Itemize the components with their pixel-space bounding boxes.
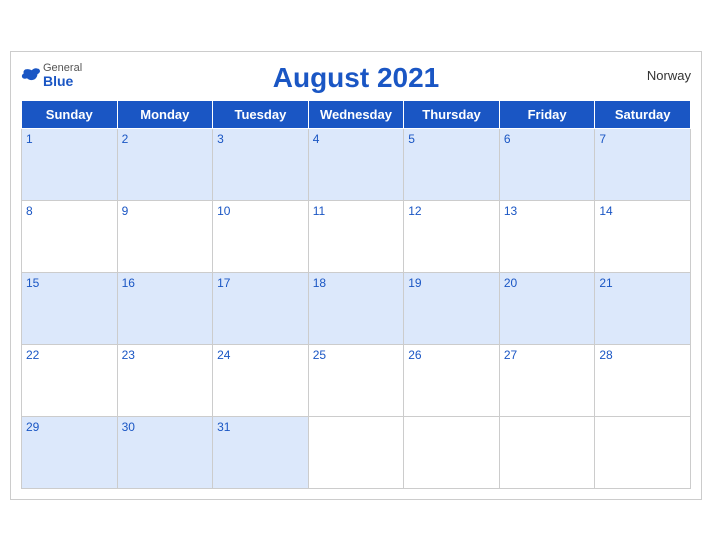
day-number: 19 [408,276,421,290]
day-number: 23 [122,348,135,362]
calendar-week-row: 15 16 17 18 19 20 21 [22,272,691,344]
day-number: 28 [599,348,612,362]
day-number: 16 [122,276,135,290]
day-number: 18 [313,276,326,290]
calendar-header: General Blue August 2021 Norway [21,62,691,94]
calendar-day-cell: 27 [499,344,595,416]
day-number: 6 [504,132,511,146]
brand-bird-icon [21,67,41,83]
day-number: 5 [408,132,415,146]
day-number: 14 [599,204,612,218]
calendar-day-cell: 1 [22,128,118,200]
calendar-week-row: 8 9 10 11 12 13 14 [22,200,691,272]
calendar-day-cell: 26 [404,344,500,416]
calendar-day-cell: 31 [213,416,309,488]
calendar-day-cell: 17 [213,272,309,344]
day-number: 25 [313,348,326,362]
day-number: 26 [408,348,421,362]
col-wednesday: Wednesday [308,100,404,128]
calendar-week-row: 29 30 31 [22,416,691,488]
col-monday: Monday [117,100,213,128]
month-title: August 2021 [273,62,440,94]
day-number: 13 [504,204,517,218]
day-number: 27 [504,348,517,362]
day-number: 20 [504,276,517,290]
calendar-day-cell: 5 [404,128,500,200]
calendar-day-cell: 30 [117,416,213,488]
country-label: Norway [647,68,691,83]
day-number: 12 [408,204,421,218]
brand-logo-area: General Blue [21,62,82,88]
calendar-day-cell: 24 [213,344,309,416]
day-number: 1 [26,132,33,146]
calendar-day-cell: 22 [22,344,118,416]
calendar-day-cell: 14 [595,200,691,272]
calendar-day-cell: 29 [22,416,118,488]
day-number: 8 [26,204,33,218]
day-number: 31 [217,420,230,434]
calendar-day-cell: 19 [404,272,500,344]
day-number: 30 [122,420,135,434]
day-number: 24 [217,348,230,362]
calendar-week-row: 1 2 3 4 5 6 7 [22,128,691,200]
day-number: 10 [217,204,230,218]
day-number: 7 [599,132,606,146]
col-friday: Friday [499,100,595,128]
calendar-day-cell: 3 [213,128,309,200]
calendar-day-cell: 15 [22,272,118,344]
day-number: 9 [122,204,129,218]
col-sunday: Sunday [22,100,118,128]
calendar-day-cell: 8 [22,200,118,272]
calendar-day-cell [404,416,500,488]
day-number: 22 [26,348,39,362]
day-number: 17 [217,276,230,290]
calendar-day-cell: 2 [117,128,213,200]
day-number: 15 [26,276,39,290]
day-number: 2 [122,132,129,146]
day-number: 29 [26,420,39,434]
day-number: 3 [217,132,224,146]
calendar-day-cell [499,416,595,488]
calendar-day-cell: 6 [499,128,595,200]
calendar-day-cell: 10 [213,200,309,272]
calendar-day-cell: 7 [595,128,691,200]
col-tuesday: Tuesday [213,100,309,128]
calendar-day-cell: 9 [117,200,213,272]
brand-blue-text: Blue [43,74,73,88]
days-header-row: Sunday Monday Tuesday Wednesday Thursday… [22,100,691,128]
calendar-day-cell: 13 [499,200,595,272]
calendar-day-cell: 20 [499,272,595,344]
day-number: 11 [313,204,325,218]
calendar-day-cell [308,416,404,488]
calendar-day-cell [595,416,691,488]
calendar-week-row: 22 23 24 25 26 27 28 [22,344,691,416]
calendar-day-cell: 18 [308,272,404,344]
calendar-day-cell: 4 [308,128,404,200]
brand-logo: General Blue [21,62,82,88]
calendar-day-cell: 21 [595,272,691,344]
col-saturday: Saturday [595,100,691,128]
calendar-day-cell: 11 [308,200,404,272]
brand-general-text: General [43,62,82,74]
col-thursday: Thursday [404,100,500,128]
calendar-day-cell: 25 [308,344,404,416]
day-number: 21 [599,276,612,290]
day-number: 4 [313,132,320,146]
calendar-day-cell: 16 [117,272,213,344]
calendar-day-cell: 12 [404,200,500,272]
calendar-table: Sunday Monday Tuesday Wednesday Thursday… [21,100,691,489]
calendar-container: General Blue August 2021 Norway Sunday M… [10,51,702,500]
calendar-day-cell: 23 [117,344,213,416]
calendar-day-cell: 28 [595,344,691,416]
